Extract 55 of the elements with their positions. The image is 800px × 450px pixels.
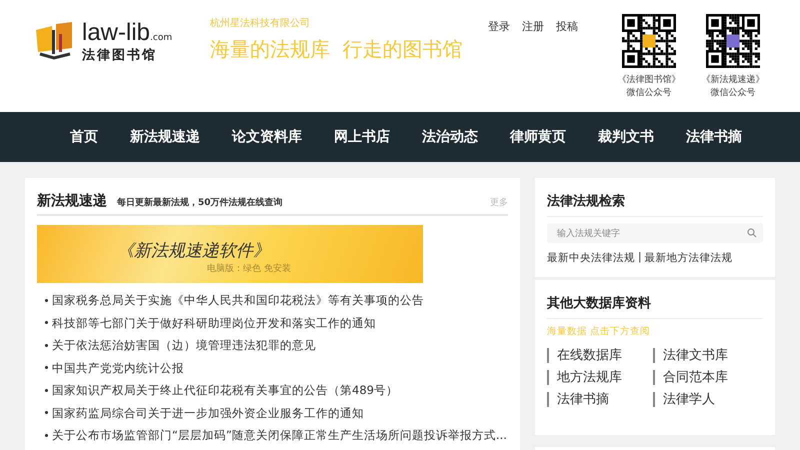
card-title: 法律法规检索	[547, 192, 763, 217]
nav-item[interactable]: 裁判文书	[584, 112, 668, 162]
database-link[interactable]: 法律学人	[653, 392, 759, 407]
bullet-icon	[45, 366, 48, 370]
top-link[interactable]: 注册	[522, 19, 544, 34]
news-link[interactable]: 关于依法惩治妨害国（边）境管理违法犯罪的意见	[52, 334, 316, 356]
software-banner[interactable]: 《新法规速递软件》 电脑版：绿色 免安装	[37, 225, 423, 283]
database-hint: 海量数据 点击下方查阅	[547, 325, 652, 338]
law-link[interactable]: 最新中央法律法规	[547, 251, 635, 265]
section-title: 新法规速递	[37, 192, 107, 210]
banner-title: 《新法规速递软件》	[117, 240, 271, 262]
card-title: 其他大数据库资料	[547, 294, 763, 319]
bullet-icon	[45, 434, 48, 437]
search-field[interactable]: 输入法规关键字	[547, 223, 763, 243]
qr-code-icon	[622, 14, 676, 68]
nav-item[interactable]: 新法规速递	[116, 112, 214, 162]
qr-caption: 《新法规速递》	[702, 74, 764, 87]
search-icon[interactable]	[747, 228, 757, 238]
qr-code-icon	[706, 14, 760, 68]
bullet-icon	[45, 388, 48, 392]
bullet-icon	[45, 321, 48, 324]
top-link[interactable]: 投稿	[556, 19, 578, 34]
nav-item[interactable]: 论文资料库	[218, 112, 316, 162]
nav-item[interactable]: 首页	[56, 112, 112, 162]
company-name: 杭州星法科技有限公司	[210, 16, 311, 30]
database-link[interactable]: 法律书摘	[547, 392, 653, 407]
news-link[interactable]: 科技部等七部门关于做好科研助理岗位开发和落实工作的通知	[52, 312, 376, 334]
slogan: 海量的法规库 行走的图书馆	[210, 36, 464, 63]
qr-caption: 《法律图书馆》	[618, 74, 680, 87]
qr-subcaption: 微信公众号	[710, 87, 756, 100]
news-link[interactable]: 国家药监局综合司关于进一步加强外资企业服务工作的通知	[52, 402, 364, 424]
bullet-icon	[45, 411, 48, 414]
bullet-icon	[45, 344, 48, 347]
news-link[interactable]: 中国共产党党内统计公报	[52, 356, 184, 379]
nav-item[interactable]: 网上书店	[320, 112, 404, 162]
section-subtitle: 每日更新最新法规，50万件法规在线查询	[117, 196, 284, 209]
logo-name: law-lib	[82, 19, 150, 46]
nav-item[interactable]: 法律书摘	[672, 112, 756, 162]
news-link[interactable]: 关于公布市场监管部门“层层加码”随意关闭保障正常生产生活场所问题投诉举报方式...	[52, 424, 507, 446]
bullet-icon	[45, 298, 48, 302]
database-link[interactable]: 地方法规库	[547, 370, 653, 385]
database-link[interactable]: 合同范本库	[653, 370, 759, 385]
logo-subtitle: 法律图书馆	[82, 46, 158, 64]
news-link[interactable]: 国家知识产权局关于终止代征印花税有关事宜的公告（第489号）	[52, 379, 398, 402]
law-link[interactable]: 最新地方法律法规	[644, 251, 733, 265]
link-separator: |	[638, 251, 642, 265]
logo-domain: .com	[150, 33, 172, 43]
banner-subtitle: 电脑版：绿色 免安装	[207, 262, 292, 275]
nav-item[interactable]: 法治动态	[408, 112, 492, 162]
top-link[interactable]: 登录	[488, 19, 510, 34]
nav-item[interactable]: 律师黄页	[496, 112, 580, 162]
database-link[interactable]: 法律文书库	[653, 348, 759, 363]
database-link[interactable]: 在线数据库	[547, 348, 653, 363]
qr-subcaption: 微信公众号	[626, 87, 672, 100]
news-link[interactable]: 国家税务总局关于实施《中华人民共和国印花税法》等有关事项的公告	[52, 289, 424, 312]
